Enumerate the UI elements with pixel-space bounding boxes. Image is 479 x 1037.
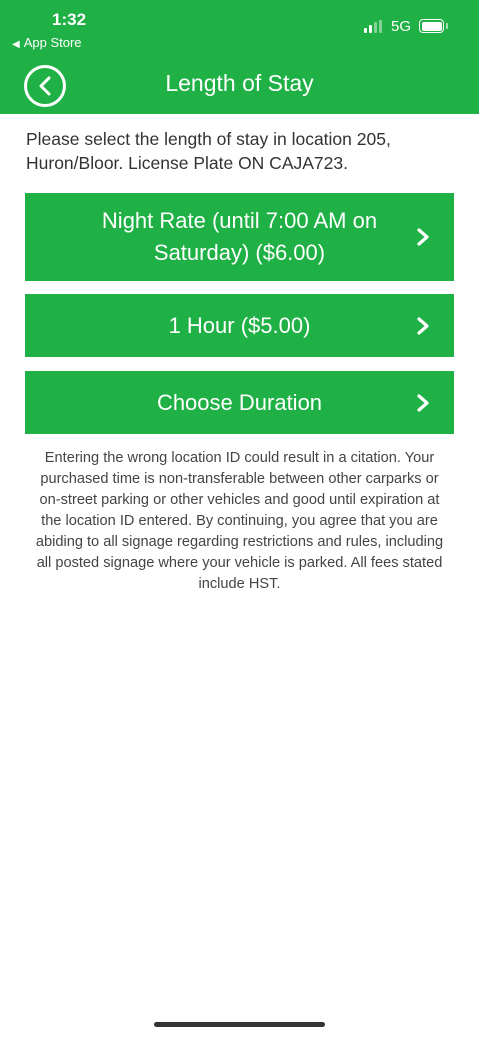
night-rate-option-button[interactable]: Night Rate (until 7:00 AM on Saturday) (… bbox=[25, 193, 454, 281]
battery-cap bbox=[446, 23, 448, 29]
cellular-signal-icon bbox=[364, 20, 382, 33]
chevron-right-icon bbox=[417, 228, 429, 246]
chevron-right-icon bbox=[417, 393, 429, 412]
option-label: Night Rate (until 7:00 AM on Saturday) (… bbox=[101, 208, 378, 265]
back-triangle-icon: ◀ bbox=[12, 39, 20, 50]
status-time: 1:32 bbox=[52, 10, 87, 29]
home-indicator[interactable] bbox=[154, 1022, 325, 1027]
back-app-label: App Store bbox=[23, 35, 82, 50]
network-type: 5G bbox=[391, 18, 412, 35]
disclaimer-text: Entering the wrong location ID could res… bbox=[35, 450, 444, 592]
app-header: 1:32 ◀ App Store 5G Length of Stay bbox=[0, 0, 479, 114]
choose-duration-button[interactable]: Choose Duration bbox=[25, 371, 454, 434]
intro-text: Please select the length of stay in loca… bbox=[26, 129, 391, 173]
battery-icon bbox=[419, 19, 444, 33]
one-hour-option-button[interactable]: 1 Hour ($5.00) bbox=[25, 294, 454, 357]
page-title: Length of Stay bbox=[165, 70, 314, 96]
back-to-app-store-link[interactable]: ◀ App Store bbox=[12, 35, 82, 50]
option-label: 1 Hour ($5.00) bbox=[168, 312, 311, 338]
chevron-right-icon bbox=[417, 316, 429, 335]
option-label: Choose Duration bbox=[156, 389, 323, 415]
